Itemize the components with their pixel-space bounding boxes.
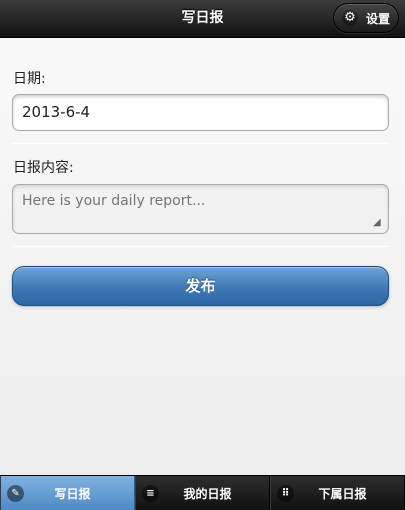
tab-label: 写日报 <box>54 487 91 501</box>
tab-subordinate-reports[interactable]: ⠿ 下属日报 <box>270 476 405 510</box>
date-label: 日期: <box>13 71 46 87</box>
report-label: 日报内容: <box>13 160 74 176</box>
pencil-icon: ✎ <box>7 485 24 502</box>
resize-handle-icon[interactable]: ◢ <box>373 217 385 229</box>
tab-my-reports[interactable]: ≡ 我的日报 <box>135 476 270 510</box>
date-field[interactable]: 2013-6-4 <box>12 94 389 131</box>
list-icon: ≡ <box>142 485 159 502</box>
tab-label: 下属日报 <box>318 487 367 501</box>
publish-button[interactable]: 发布 <box>12 266 389 306</box>
tab-write-report[interactable]: ✎ 写日报 <box>0 476 135 510</box>
app-window: 写日报 ⚙ 设置 日期: 2013-6-4 日报内容: ◢ 发布 ✎ 写日报 ≡… <box>0 0 405 510</box>
divider <box>12 143 389 144</box>
grid-icon: ⠿ <box>277 485 294 502</box>
report-textarea[interactable] <box>12 184 389 234</box>
tab-bar: ✎ 写日报 ≡ 我的日报 ⠿ 下属日报 <box>0 475 405 510</box>
divider <box>12 246 389 247</box>
gear-icon: ⚙ <box>341 10 358 26</box>
tab-label: 我的日报 <box>183 487 232 501</box>
settings-label: 设置 <box>365 11 390 26</box>
settings-button[interactable]: ⚙ 设置 <box>333 3 399 33</box>
header-bar: 写日报 ⚙ 设置 <box>0 0 405 38</box>
report-form: 日期: 2013-6-4 日报内容: ◢ 发布 <box>0 39 405 475</box>
